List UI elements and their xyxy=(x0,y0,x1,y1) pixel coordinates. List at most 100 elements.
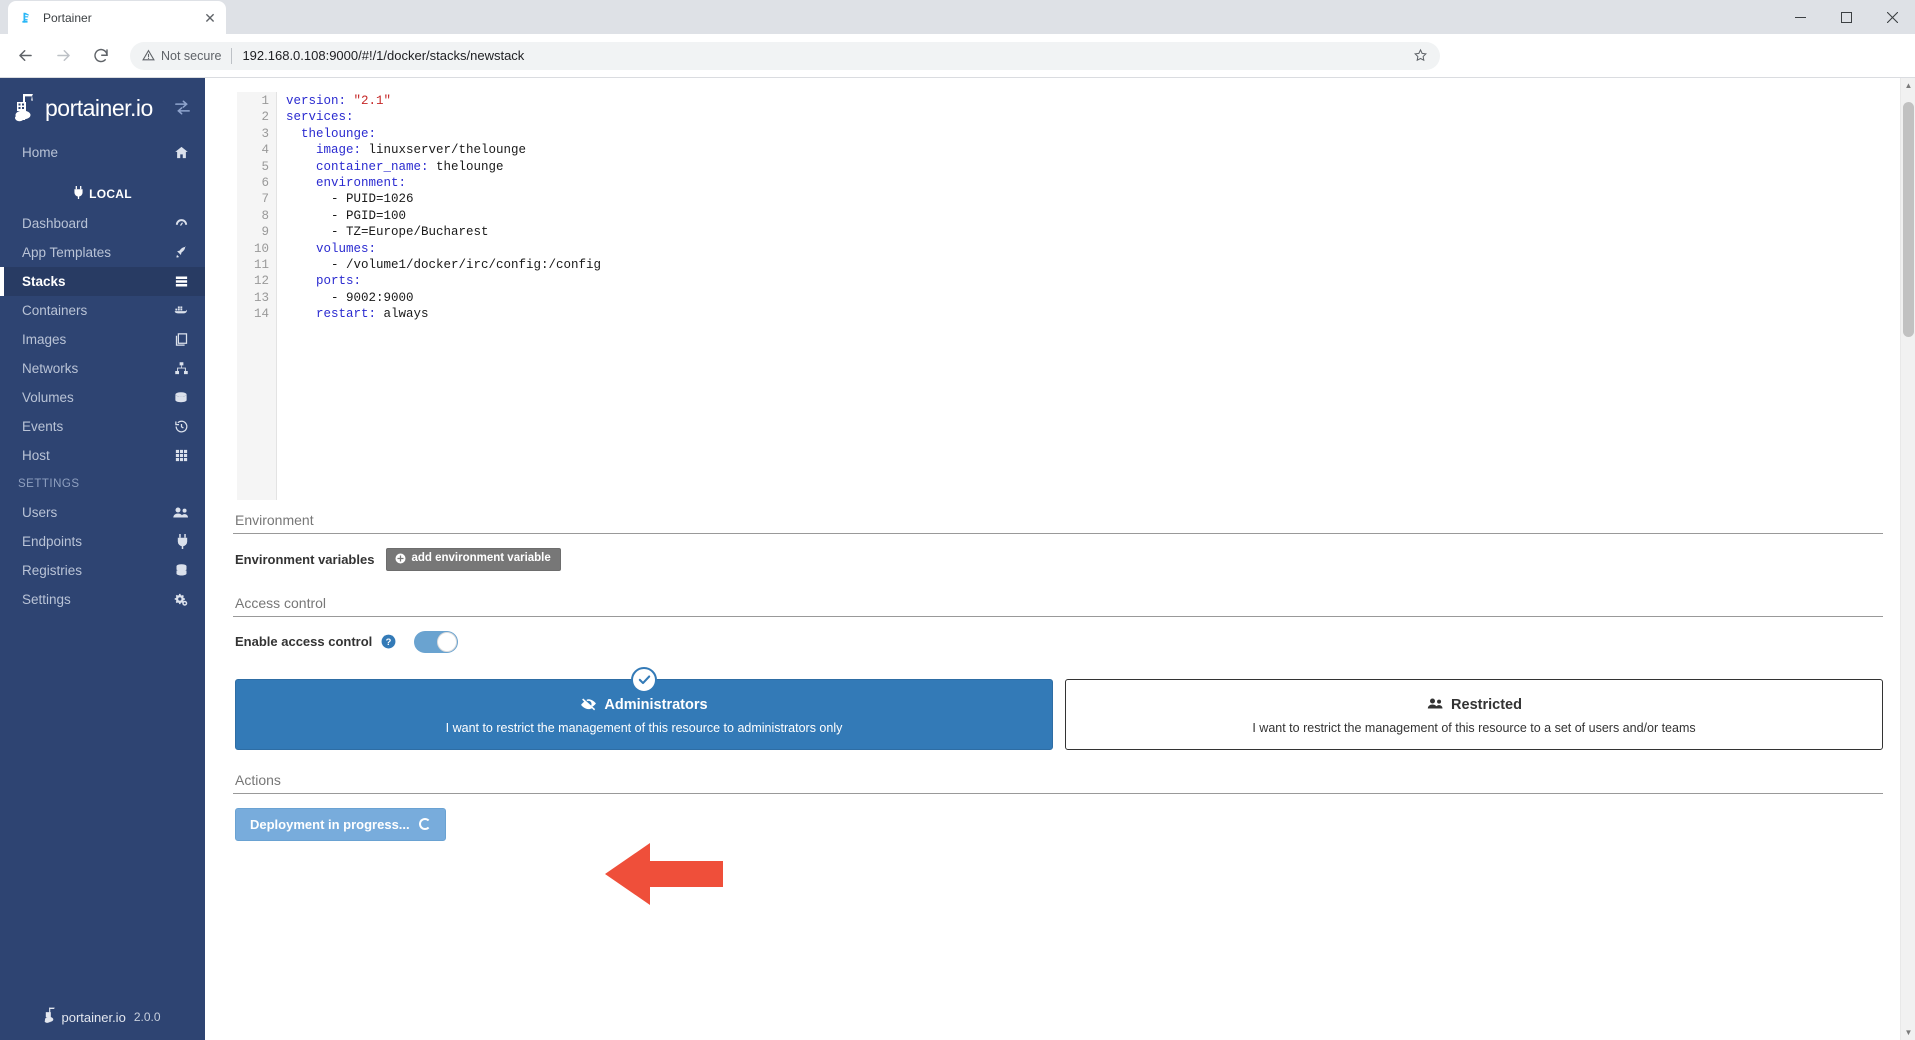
sidebar-item-users[interactable]: Users xyxy=(0,498,205,527)
users-icon xyxy=(172,505,189,520)
access-control-options: Administrators I want to restrict the ma… xyxy=(233,679,1883,750)
code-line: container_name: thelounge xyxy=(286,159,1883,175)
sidebar-item-label: Stacks xyxy=(22,274,174,289)
line-number: 3 xyxy=(237,126,269,142)
not-secure-indicator[interactable]: Not secure xyxy=(142,49,221,63)
code-line: image: linuxserver/thelounge xyxy=(286,142,1883,158)
line-number: 13 xyxy=(237,290,269,306)
reload-button-icon[interactable] xyxy=(86,41,116,71)
page-scrollbar[interactable]: ▲ ▼ xyxy=(1900,78,1915,1040)
tab-close-icon[interactable]: ✕ xyxy=(202,10,218,26)
question-circle-icon[interactable]: ? xyxy=(381,634,396,649)
svg-text:?: ? xyxy=(386,637,392,647)
sidebar-item-endpoints[interactable]: Endpoints xyxy=(0,527,205,556)
line-number: 9 xyxy=(237,224,269,240)
dashboard-icon xyxy=(174,216,189,231)
sidebar-item-host[interactable]: Host xyxy=(0,441,205,470)
home-icon xyxy=(174,145,189,160)
forward-button-icon[interactable] xyxy=(48,41,78,71)
environment-section-heading: Environment xyxy=(233,508,1883,534)
back-button-icon[interactable] xyxy=(10,41,40,71)
sidebar-item-volumes[interactable]: Volumes xyxy=(0,383,205,412)
sidebar-item-label: Images xyxy=(22,332,174,347)
access-option-title-row: Restricted xyxy=(1078,696,1870,715)
access-option-administrators[interactable]: Administrators I want to restrict the ma… xyxy=(235,679,1053,750)
editor-code-text[interactable]: version: "2.1"services: thelounge: image… xyxy=(277,92,1883,500)
enable-access-control-toggle[interactable] xyxy=(414,631,458,653)
line-number: 10 xyxy=(237,241,269,257)
warning-triangle-icon xyxy=(142,49,155,62)
actions-section-heading: Actions xyxy=(233,768,1883,794)
portainer-logo-icon xyxy=(14,91,44,125)
networks-icon xyxy=(174,361,189,376)
address-bar[interactable]: Not secure 192.168.0.108:9000/#!/1/docke… xyxy=(130,42,1440,70)
sidebar-item-images[interactable]: Images xyxy=(0,325,205,354)
line-number: 4 xyxy=(237,142,269,158)
line-number: 1 xyxy=(237,93,269,109)
sidebar-item-networks[interactable]: Networks xyxy=(0,354,205,383)
spinner-icon xyxy=(419,818,431,830)
window-minimize-button[interactable] xyxy=(1777,0,1823,34)
toggle-knob xyxy=(437,632,457,652)
red-arrow-annotation-icon xyxy=(605,843,723,905)
line-number: 5 xyxy=(237,159,269,175)
sidebar-item-label: App Templates xyxy=(22,245,174,260)
sidebar-item-events[interactable]: Events xyxy=(0,412,205,441)
browser-toolbar: Not secure 192.168.0.108:9000/#!/1/docke… xyxy=(0,34,1915,78)
window-controls xyxy=(1777,0,1915,34)
sidebar-item-home[interactable]: Home xyxy=(0,138,205,167)
code-line: services: xyxy=(286,109,1883,125)
line-number: 7 xyxy=(237,191,269,207)
code-line: - PGID=100 xyxy=(286,208,1883,224)
access-option-title: Restricted xyxy=(1451,697,1522,713)
editor-line-numbers: 1 2 3 4 5 6 7 8 9 10 11 12 13 14 xyxy=(237,92,277,500)
browser-window: Portainer ✕ Not secu xyxy=(0,0,1915,1040)
sidebar-item-label: Events xyxy=(22,419,174,434)
deploy-stack-button[interactable]: Deployment in progress... xyxy=(235,808,446,841)
url-text: 192.168.0.108:9000/#!/1/docker/stacks/ne… xyxy=(242,48,524,63)
scroll-down-arrow-icon[interactable]: ▼ xyxy=(1901,1025,1915,1040)
code-line: ports: xyxy=(286,273,1883,289)
settings-section-label: SETTINGS xyxy=(18,478,80,490)
browser-tab-portainer[interactable]: Portainer ✕ xyxy=(8,1,226,34)
star-icon[interactable] xyxy=(1413,48,1428,63)
sidebar-item-stacks[interactable]: Stacks xyxy=(0,267,205,296)
local-label: LOCAL xyxy=(89,187,132,201)
sidebar-footer: portainer.io 2.0.0 xyxy=(0,1006,205,1028)
eye-slash-icon xyxy=(580,696,597,715)
access-option-restricted[interactable]: Restricted I want to restrict the manage… xyxy=(1065,679,1883,750)
window-maximize-button[interactable] xyxy=(1823,0,1869,34)
sidebar-item-label: Registries xyxy=(22,563,174,578)
sidebar-section-settings: SETTINGS xyxy=(0,470,205,498)
gear-icon xyxy=(173,592,189,607)
users-icon xyxy=(1426,696,1444,715)
tab-strip: Portainer ✕ xyxy=(0,0,1915,34)
code-line: restart: always xyxy=(286,306,1883,322)
scroll-up-arrow-icon[interactable]: ▲ xyxy=(1901,78,1915,93)
sidebar-item-dashboard[interactable]: Dashboard xyxy=(0,209,205,238)
sidebar-gap xyxy=(0,167,205,179)
sidebar-item-label: Settings xyxy=(22,592,173,607)
access-option-title-row: Administrators xyxy=(248,696,1040,715)
portainer-footer-logo-icon xyxy=(44,1006,61,1028)
rocket-icon xyxy=(174,245,189,260)
line-number: 11 xyxy=(237,257,269,273)
sidebar-brand[interactable]: portainer.io xyxy=(0,78,205,138)
code-line: - /volume1/docker/irc/config:/config xyxy=(286,257,1883,273)
scrollbar-thumb[interactable] xyxy=(1903,102,1914,337)
sidebar-toggle-icon[interactable] xyxy=(174,100,191,120)
sidebar-item-containers[interactable]: Containers xyxy=(0,296,205,325)
registries-icon xyxy=(174,563,189,578)
sidebar-item-settings[interactable]: Settings xyxy=(0,585,205,614)
sidebar-item-registries[interactable]: Registries xyxy=(0,556,205,585)
sidebar-item-app-templates[interactable]: App Templates xyxy=(0,238,205,267)
window-close-button[interactable] xyxy=(1869,0,1915,34)
code-line: - PUID=1026 xyxy=(286,191,1883,207)
host-icon xyxy=(174,448,189,463)
yaml-code-editor[interactable]: 1 2 3 4 5 6 7 8 9 10 11 12 13 14 xyxy=(237,92,1883,500)
plug-icon xyxy=(73,186,89,202)
sidebar-item-label: Volumes xyxy=(22,390,173,405)
sidebar-item-label: Home xyxy=(22,145,174,160)
sidebar-footer-text: portainer.io xyxy=(61,1010,125,1025)
add-environment-variable-button[interactable]: add environment variable xyxy=(386,548,560,571)
